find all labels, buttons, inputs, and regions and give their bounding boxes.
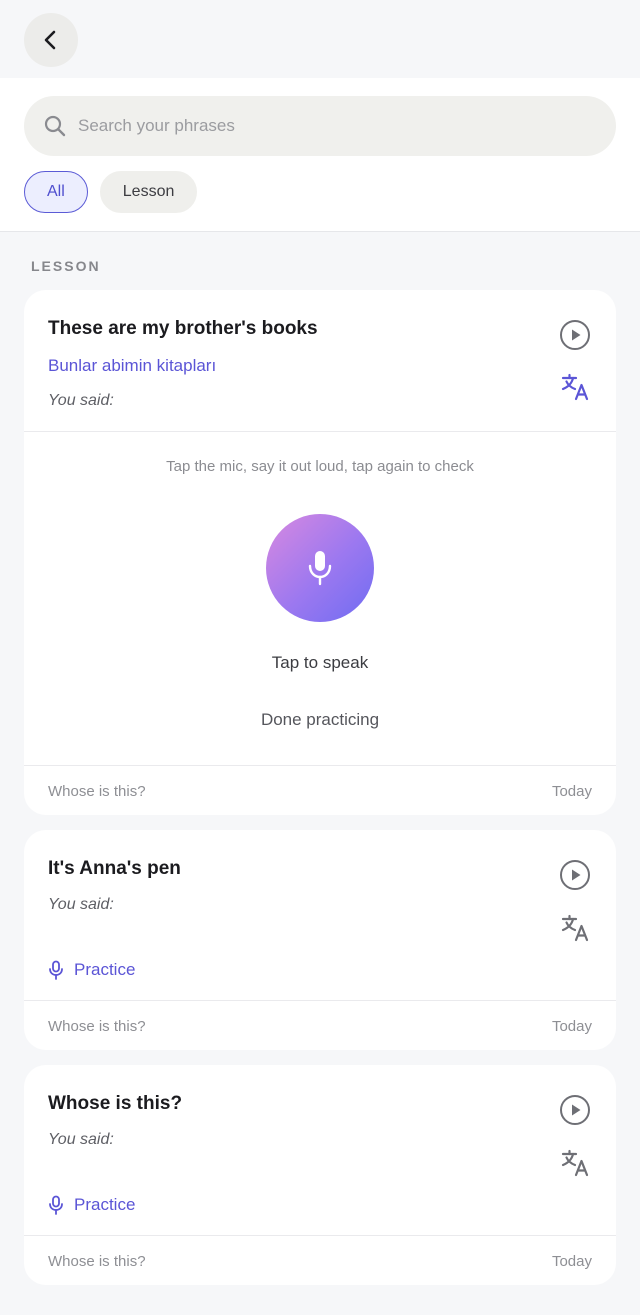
phrase-title: It's Anna's pen xyxy=(48,858,181,879)
phrase-translation: Bunlar abimin kitapları xyxy=(48,356,217,375)
lesson-name: Whose is this? xyxy=(48,783,146,800)
filter-chips: All Lesson xyxy=(24,171,198,213)
you-said-label: You said: xyxy=(48,896,114,913)
play-circle-icon xyxy=(560,860,590,890)
card-divider xyxy=(24,1000,616,1001)
microphone-icon xyxy=(308,551,332,586)
card-divider xyxy=(24,1235,616,1236)
card-date: Today xyxy=(551,1018,592,1035)
phrase-card: Whose is this? You said: Practice Whose … xyxy=(24,1065,616,1285)
search-input[interactable] xyxy=(78,116,578,136)
you-said-label: You said: xyxy=(48,1131,114,1148)
practice-button[interactable]: Practice xyxy=(48,1195,135,1215)
practice-label: Practice xyxy=(74,1195,136,1214)
back-button[interactable] xyxy=(24,13,78,67)
translate-button[interactable] xyxy=(558,1146,592,1180)
filter-chip-all[interactable]: All xyxy=(24,171,88,213)
you-said-label: You said: xyxy=(48,392,114,409)
phrase-title: These are my brother's books xyxy=(48,318,318,339)
lesson-name: Whose is this? xyxy=(48,1018,146,1035)
chevron-left-icon xyxy=(44,30,56,50)
microphone-icon xyxy=(49,1195,63,1215)
top-bar xyxy=(0,0,640,78)
card-date: Today xyxy=(551,1253,592,1270)
card-divider xyxy=(24,765,616,766)
lesson-name: Whose is this? xyxy=(48,1253,146,1270)
tap-to-speak-label: Tap to speak xyxy=(271,653,369,672)
practice-button[interactable]: Practice xyxy=(48,960,135,980)
translate-icon xyxy=(561,914,589,942)
filter-chip-lesson[interactable]: Lesson xyxy=(99,171,198,213)
header-panel: All Lesson xyxy=(0,78,640,232)
translate-button[interactable] xyxy=(558,911,592,945)
search-icon xyxy=(44,115,66,137)
play-circle-icon xyxy=(560,320,590,350)
practice-label: Practice xyxy=(74,960,136,979)
translate-button[interactable] xyxy=(558,370,592,404)
translate-icon xyxy=(561,373,589,401)
mic-button[interactable] xyxy=(266,514,374,622)
practice-hint: Tap the mic, say it out loud, tap again … xyxy=(166,458,474,475)
card-divider xyxy=(24,431,616,432)
play-circle-icon xyxy=(560,1095,590,1125)
phrase-card: These are my brother's books Bunlar abim… xyxy=(24,290,616,815)
play-button[interactable] xyxy=(558,858,592,892)
phrase-card: It's Anna's pen You said: Practice Whose… xyxy=(24,830,616,1050)
play-button[interactable] xyxy=(558,1093,592,1127)
search-bar[interactable] xyxy=(24,96,616,156)
section-label: LESSON xyxy=(31,258,101,274)
translate-icon xyxy=(561,1149,589,1177)
play-button[interactable] xyxy=(558,318,592,352)
card-date: Today xyxy=(551,783,592,800)
done-practicing-button[interactable]: Done practicing xyxy=(220,710,420,730)
phrase-title: Whose is this? xyxy=(48,1093,183,1114)
microphone-icon xyxy=(49,960,63,980)
